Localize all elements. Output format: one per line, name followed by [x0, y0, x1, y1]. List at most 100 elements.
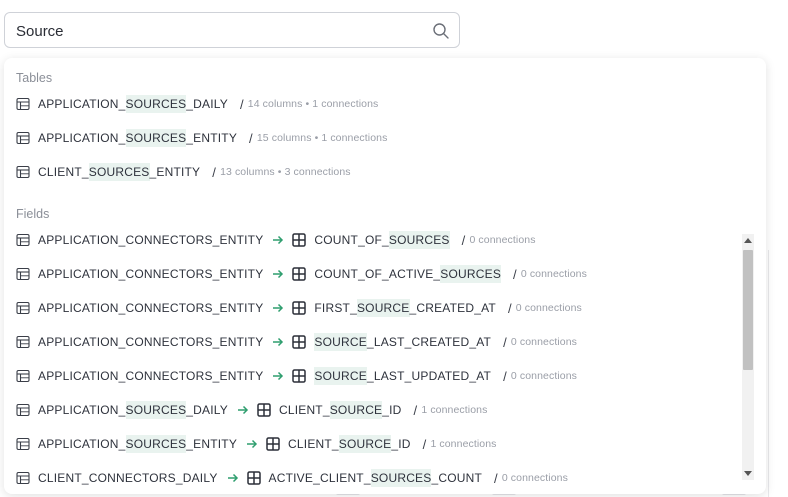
field-name-suffix: _LAST_CREATED_AT	[366, 335, 492, 349]
table-name: APPLICATION_CONNECTORS_ENTITY	[38, 301, 264, 315]
table-name: APPLICATION_CONNECTORS_ENTITY	[38, 267, 264, 281]
table-icon	[16, 403, 30, 417]
table-result-row[interactable]: APPLICATION_ SOURCES _DAILY / 14 columns •…	[16, 94, 378, 114]
field-result-row[interactable]: APPLICATION_CONNECTORS_ENTITY COUNT_OF_ S…	[16, 230, 536, 250]
match-highlight: SOURCES	[440, 265, 502, 283]
table-name-prefix: APPLICATION_	[38, 97, 126, 111]
search-input[interactable]	[16, 20, 416, 42]
separator: /	[494, 470, 498, 486]
search-box[interactable]	[4, 12, 460, 48]
arrow-right-icon	[273, 337, 284, 347]
match-highlight: SOURCES	[125, 435, 187, 453]
field-meta: 0 connections	[510, 336, 578, 348]
arrow-right-icon	[227, 473, 238, 483]
table-icon	[16, 233, 30, 247]
separator: /	[212, 164, 217, 180]
table-result-row[interactable]: CLIENT_ SOURCES _ENTITY / 13 columns • 3 c…	[16, 162, 351, 182]
results-scrollbar[interactable]	[742, 234, 754, 480]
grid-icon	[266, 437, 280, 451]
field-result-row[interactable]: APPLICATION_CONNECTORS_ENTITY SOURCE _LAS…	[16, 366, 577, 386]
table-name-prefix: APPLICATION_	[38, 403, 126, 417]
table-name-suffix: _DAILY	[186, 97, 228, 111]
arrow-right-icon	[273, 303, 284, 313]
arrow-right-icon	[247, 439, 258, 449]
separator: /	[507, 300, 512, 316]
field-name-suffix: _CREATED_AT	[409, 301, 496, 315]
field-meta: 0 connections	[520, 268, 587, 280]
field-result-row[interactable]: CLIENT_CONNECTORS_DAILY ACTIVE_CLIENT_ SO…	[16, 468, 568, 488]
field-name-prefix: FIRST_	[314, 301, 357, 315]
table-name-prefix: APPLICATION_	[38, 437, 126, 451]
table-name: APPLICATION_CONNECTORS_ENTITY	[38, 335, 264, 349]
table-name: APPLICATION_CONNECTORS_ENTITY	[38, 233, 264, 247]
separator: /	[239, 96, 244, 112]
table-icon	[16, 369, 30, 383]
table-name: CLIENT_CONNECTORS_DAILY	[38, 471, 218, 485]
table-name-suffix: _ENTITY	[149, 165, 201, 179]
table-result-row[interactable]: APPLICATION_ SOURCES _ENTITY / 15 columns …	[16, 128, 387, 148]
field-name-prefix: CLIENT_	[288, 437, 339, 451]
table-icon	[16, 267, 30, 281]
field-meta: 0 connections	[501, 472, 568, 484]
scroll-up-arrow-icon[interactable]	[744, 238, 752, 243]
match-highlight: SOURCE	[314, 367, 367, 385]
field-meta: 0 connections	[515, 302, 582, 314]
field-result-row[interactable]: APPLICATION_CONNECTORS_ENTITY FIRST_ SOUR…	[16, 298, 582, 318]
fields-section-title: Fields	[16, 207, 50, 221]
arrow-right-icon	[237, 405, 249, 415]
field-meta: 1 connections	[430, 438, 497, 450]
arrow-right-icon	[273, 269, 284, 279]
search-results-dropdown: Tables APPLICATION_ SOURCES _DAILY / 14 co…	[4, 58, 766, 494]
grid-icon	[292, 369, 307, 383]
scrollbar-thumb[interactable]	[743, 250, 753, 370]
match-highlight: SOURCES	[370, 469, 432, 487]
grid-icon	[292, 301, 307, 315]
grid-icon	[292, 233, 307, 247]
grid-icon	[257, 403, 271, 417]
table-icon	[16, 301, 30, 315]
table-meta: 13 columns • 3 connections	[220, 166, 351, 178]
grid-icon	[292, 335, 307, 349]
table-name-suffix: _ENTITY	[186, 437, 238, 451]
table-icon	[16, 131, 30, 145]
field-name-suffix: _ID	[391, 437, 411, 451]
separator: /	[503, 368, 507, 384]
search-icon[interactable]	[432, 22, 450, 40]
match-highlight: SOURCE	[314, 333, 367, 351]
grid-icon	[246, 471, 261, 485]
field-name-suffix: _ID	[382, 403, 402, 417]
table-icon	[16, 97, 30, 111]
scroll-down-arrow-icon[interactable]	[744, 471, 752, 476]
table-icon	[16, 165, 30, 179]
separator: /	[422, 436, 427, 452]
match-highlight: SOURCES	[88, 163, 150, 181]
grid-icon	[292, 267, 307, 281]
separator: /	[503, 334, 507, 350]
separator: /	[513, 266, 517, 282]
table-name-suffix: _ENTITY	[186, 131, 238, 145]
table-meta: 15 columns • 1 connections	[256, 132, 388, 144]
separator: /	[249, 130, 253, 146]
match-highlight: SOURCES	[125, 95, 187, 113]
separator: /	[413, 402, 418, 418]
field-name-prefix: COUNT_OF_ACTIVE_	[314, 267, 441, 281]
match-highlight: SOURCE	[338, 435, 392, 453]
field-result-row[interactable]: APPLICATION_ SOURCES _DAILY CLIENT_ SOURCE _…	[16, 400, 487, 420]
arrow-right-icon	[273, 235, 284, 245]
field-result-row[interactable]: APPLICATION_CONNECTORS_ENTITY COUNT_OF_A…	[16, 264, 587, 284]
field-meta: 0 connections	[510, 370, 578, 382]
match-highlight: SOURCES	[125, 129, 187, 147]
field-meta: 0 connections	[469, 234, 536, 246]
field-result-row[interactable]: APPLICATION_CONNECTORS_ENTITY SOURCE _LAS…	[16, 332, 577, 352]
field-name-suffix: _LAST_UPDATED_AT	[366, 369, 492, 383]
table-icon	[16, 437, 30, 451]
background-divider	[768, 250, 769, 497]
field-result-row[interactable]: APPLICATION_ SOURCES _ENTITY CLIENT_ SOURCE…	[16, 434, 497, 454]
field-name-suffix: _COUNT	[431, 471, 483, 485]
table-name-suffix: _DAILY	[186, 403, 228, 417]
table-icon	[16, 471, 30, 485]
table-name-prefix: APPLICATION_	[38, 131, 126, 145]
table-icon	[16, 335, 30, 349]
arrow-right-icon	[273, 371, 284, 381]
field-name-prefix: ACTIVE_CLIENT_	[268, 471, 371, 485]
